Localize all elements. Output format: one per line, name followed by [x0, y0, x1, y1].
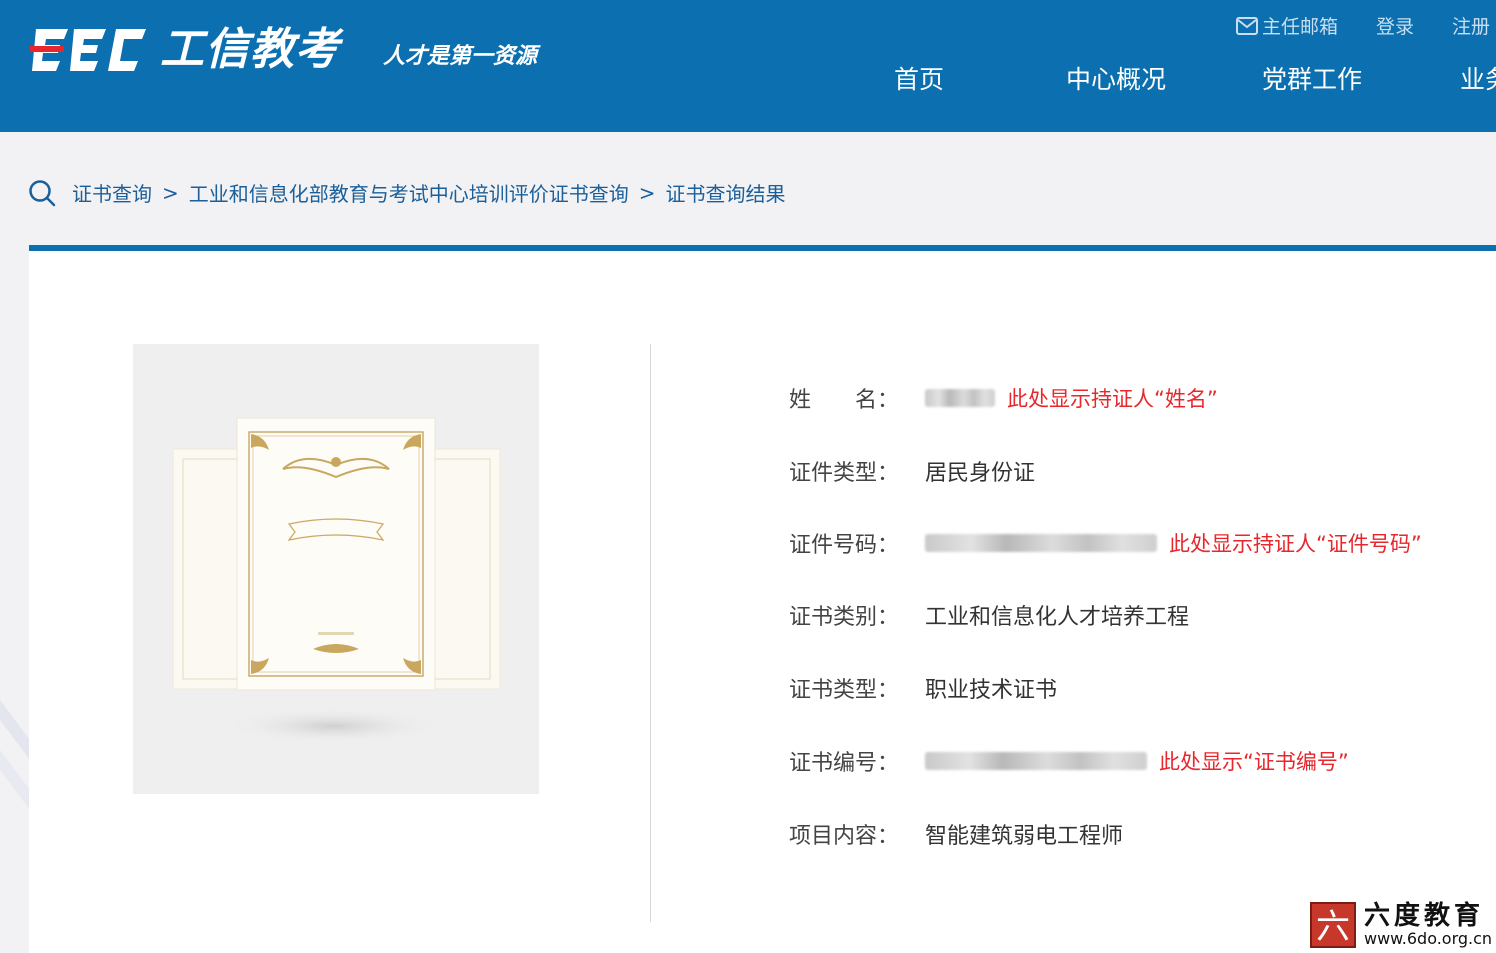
logo-text: 工信教考 [160, 24, 340, 75]
mail-icon [1236, 16, 1258, 35]
site-header: 工信教考 人才是第一资源 主任邮箱 登录 注册 首页 中心概况 党群工作 业务 [0, 0, 1496, 132]
chevron-right-icon: > [162, 180, 179, 205]
field-note: 此处显示持证人“证件号码” [1169, 532, 1422, 556]
field-label: 项目内容： [789, 824, 900, 849]
main-nav: 首页 中心概况 党群工作 业务 [894, 60, 1496, 100]
search-icon [29, 179, 56, 206]
site-logo[interactable]: 工信教考 [30, 22, 340, 78]
certificate-image [133, 344, 539, 794]
field-row-name: 姓 名： 此处显示持证人“姓名” [789, 380, 1218, 416]
field-row-project: 项目内容： 智能建筑弱电工程师 [789, 816, 1123, 852]
watermark: 六 六度教育 www.6do.org.cn [1310, 902, 1492, 948]
field-value: 居民身份证 [925, 461, 1036, 486]
cec-logo-icon [30, 29, 146, 71]
breadcrumb: 证书查询 > 工业和信息化部教育与考试中心培训评价证书查询 > 证书查询结果 [28, 178, 786, 207]
field-row-cert-category: 证书类别： 工业和信息化人才培养工程 [789, 597, 1189, 633]
redacted-value [925, 534, 1157, 552]
breadcrumb-current: 证书查询结果 [665, 182, 786, 206]
nav-home[interactable]: 首页 [894, 60, 1066, 100]
watermark-url: www.6do.org.cn [1364, 929, 1493, 948]
redacted-value [925, 389, 995, 407]
field-row-cert-type: 证书类型： 职业技术证书 [789, 670, 1057, 706]
field-value: 工业和信息化人才培养工程 [925, 605, 1190, 630]
redacted-value [925, 752, 1147, 770]
mailbox-label: 主任邮箱 [1262, 16, 1339, 38]
watermark-text: 六度教育 www.6do.org.cn [1364, 902, 1492, 948]
field-value: 智能建筑弱电工程师 [925, 824, 1124, 849]
breadcrumb-cert-query[interactable]: 证书查询 [72, 178, 152, 207]
watermark-seal-icon: 六 [1310, 902, 1356, 948]
watermark-name: 六度教育 [1364, 901, 1485, 931]
field-label: 证件号码： [789, 533, 900, 558]
login-link[interactable]: 登录 [1376, 12, 1414, 39]
field-row-cert-number: 证书编号： 此处显示“证书编号” [789, 743, 1349, 779]
field-label: 证件类型： [789, 461, 900, 486]
seal-char: 六 [1316, 907, 1350, 947]
result-panel: 姓 名： 此处显示持证人“姓名” 证件类型： 居民身份证 证件号码： 此处显示持… [29, 251, 1496, 953]
field-label: 证书类型： [789, 678, 900, 703]
nav-center-overview[interactable]: 中心概况 [1066, 60, 1262, 100]
nav-party-work[interactable]: 党群工作 [1262, 60, 1460, 100]
certificate-illustration [172, 417, 501, 744]
register-link[interactable]: 注册 [1452, 12, 1490, 39]
breadcrumb-training-cert-query[interactable]: 工业和信息化部教育与考试中心培训评价证书查询 [189, 178, 629, 207]
field-label: 证书编号： [789, 751, 900, 776]
field-value: 职业技术证书 [925, 678, 1058, 703]
field-row-id-number: 证件号码： 此处显示持证人“证件号码” [789, 525, 1422, 561]
slogan: 人才是第一资源 [383, 44, 538, 69]
field-row-id-type: 证件类型： 居民身份证 [789, 453, 1035, 489]
director-mailbox-link[interactable]: 主任邮箱 [1236, 12, 1338, 39]
field-label: 证书类别： [789, 605, 900, 630]
top-links: 主任邮箱 登录 注册 [1236, 12, 1496, 39]
field-label: 姓 名： [789, 388, 900, 413]
vertical-divider [650, 344, 651, 922]
chevron-right-icon: > [638, 180, 656, 205]
field-note: 此处显示“证书编号” [1159, 750, 1349, 774]
background-decoration [0, 700, 30, 810]
field-note: 此处显示持证人“姓名” [1007, 387, 1218, 411]
nav-business[interactable]: 业务 [1460, 60, 1496, 100]
